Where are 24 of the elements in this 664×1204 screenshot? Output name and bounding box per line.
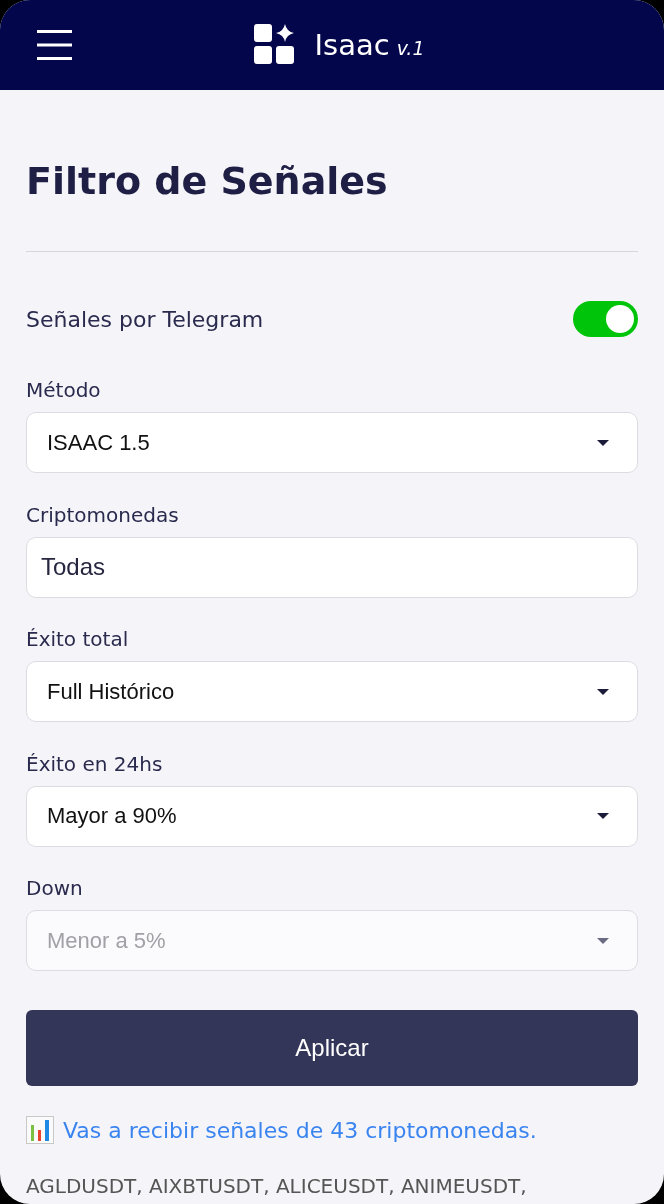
- select-label: Éxito en 24hs: [26, 750, 163, 777]
- telegram-label: Señales por Telegram: [26, 306, 264, 332]
- toggle-switch[interactable]: [573, 301, 638, 337]
- caret-icon: [597, 937, 609, 944]
- page-title: Filtro de Señales: [26, 158, 388, 205]
- select-field[interactable]: Full Histórico: [26, 661, 638, 722]
- select-label: Down: [26, 875, 83, 901]
- app-title: Isaac: [314, 28, 390, 62]
- caret-icon: [597, 688, 609, 695]
- logo-icon: [253, 24, 296, 66]
- input-label: Criptomonedas: [26, 501, 179, 528]
- apply-button[interactable]: Aplicar: [26, 1010, 638, 1086]
- menu-icon[interactable]: [37, 30, 72, 60]
- version-label: v.1: [396, 37, 425, 59]
- caret-icon: [597, 813, 609, 819]
- summary-text: Vas a recibir señales de 43 criptomonedas.: [63, 1117, 537, 1143]
- caret-icon: [597, 439, 609, 446]
- select-field[interactable]: Mayor a 90%: [26, 785, 638, 847]
- bar-chart-icon: [26, 1116, 54, 1144]
- select-label: Método: [26, 377, 101, 403]
- select-field[interactable]: ISAAC 1.5: [26, 412, 638, 473]
- coin-list: AGLDUSDT, AIXBTUSDT, ALICEUSDT, ANIMEUSDT,: [26, 1174, 527, 1198]
- input-field[interactable]: Todas: [26, 536, 638, 598]
- select-label: Éxito total: [26, 626, 129, 652]
